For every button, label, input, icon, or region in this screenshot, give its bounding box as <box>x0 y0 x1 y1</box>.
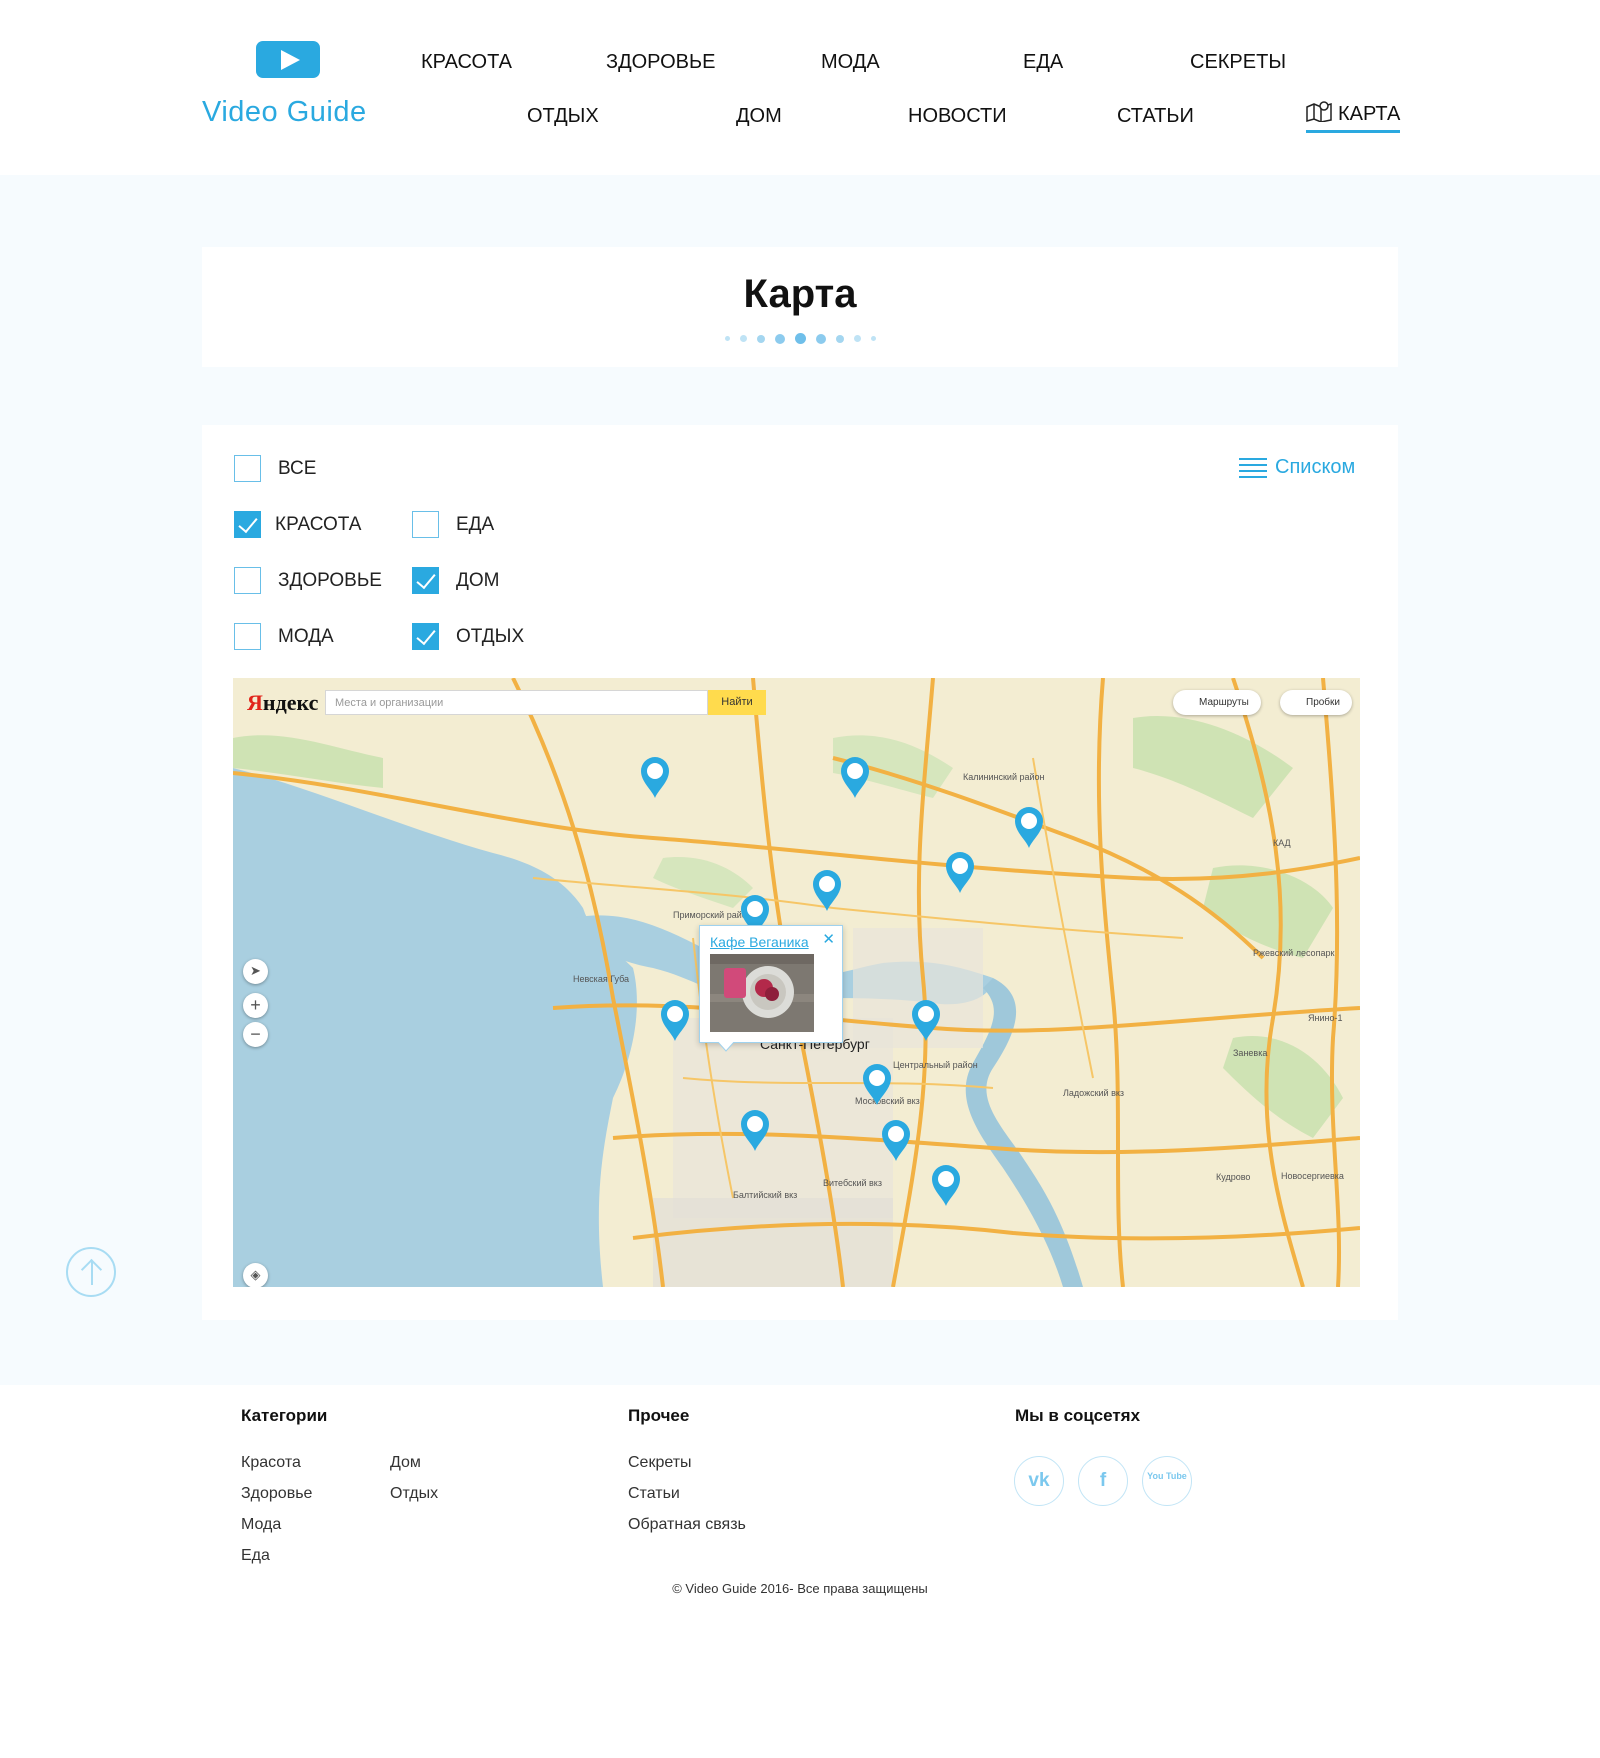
place-photo <box>710 954 814 1032</box>
footer-categories-title: Категории <box>241 1406 328 1425</box>
filter-all-checkbox[interactable] <box>234 455 261 482</box>
nav-item-food[interactable]: Еда <box>1023 51 1063 74</box>
nav-item-fashion[interactable]: Мода <box>821 51 880 74</box>
map-label: Калининский район <box>963 772 1045 782</box>
footer-link[interactable]: Мода <box>241 1516 281 1534</box>
map-pin-icon[interactable] <box>839 755 871 799</box>
map-pin-icon[interactable] <box>910 998 942 1042</box>
nav-item-map-label: Карта <box>1338 103 1401 125</box>
map-pin-icon[interactable] <box>739 1108 771 1152</box>
geolocation-icon[interactable]: ➤ <box>243 959 268 984</box>
map-label: КАД <box>1273 838 1291 848</box>
filter-health[interactable]: Здоровье <box>234 567 382 594</box>
list-lines-icon <box>1239 457 1267 478</box>
map-pin-icon[interactable] <box>1013 805 1045 849</box>
list-view-toggle[interactable]: Списком <box>1239 456 1355 479</box>
filter-leisure[interactable]: Отдых <box>412 623 524 650</box>
map-search-button[interactable]: Найти <box>708 690 766 715</box>
nav-item-secrets[interactable]: Секреты <box>1190 51 1286 74</box>
copyright-text: © Video Guide 2016- Все права защищены <box>672 1581 928 1596</box>
map-label: Витебский вкз <box>823 1178 882 1188</box>
footer-other-title: Прочее <box>628 1406 690 1425</box>
map-label: Невская Губа <box>573 974 630 984</box>
map-label: Кудрово <box>1216 1172 1251 1182</box>
map-label: Балтийский вкз <box>733 1190 798 1200</box>
zoom-out-button[interactable]: − <box>243 1022 268 1047</box>
filter-home-label: Дом <box>456 569 500 591</box>
filter-all[interactable]: Все <box>234 455 316 482</box>
map-label: Новосергиевка <box>1281 1171 1344 1181</box>
map-traffic-button[interactable]: Пробки <box>1280 690 1352 715</box>
footer-link[interactable]: Обратная связь <box>628 1516 746 1534</box>
nav-item-health[interactable]: Здоровье <box>606 51 715 74</box>
filter-health-label: Здоровье <box>278 569 382 591</box>
map-label: Янино-1 <box>1308 1013 1343 1023</box>
filter-food-label: Еда <box>456 513 495 535</box>
map-pin-icon[interactable] <box>659 998 691 1042</box>
play-logo-icon[interactable] <box>256 41 320 78</box>
nav-item-map[interactable]: Карта <box>1306 100 1401 133</box>
map-pin-icon[interactable] <box>930 1163 962 1207</box>
title-divider-dots <box>0 330 1600 348</box>
filter-leisure-checkbox[interactable] <box>412 623 439 650</box>
layers-icon[interactable]: ◈ <box>243 1263 268 1287</box>
nav-item-articles[interactable]: Статьи <box>1117 105 1194 128</box>
nav-item-leisure[interactable]: Отдых <box>527 105 599 128</box>
map-label: Ладожский вкз <box>1063 1088 1125 1098</box>
nav-item-beauty[interactable]: Красота <box>421 51 512 74</box>
logo-text[interactable]: Video Guide <box>202 96 367 129</box>
filter-beauty-label: Красота <box>275 513 362 535</box>
filter-fashion-label: Мода <box>278 625 334 647</box>
list-view-label: Списком <box>1275 456 1356 478</box>
youtube-icon[interactable]: You Tube <box>1142 1456 1192 1506</box>
filter-food-checkbox[interactable] <box>412 511 439 538</box>
map-pin-icon[interactable] <box>880 1118 912 1162</box>
filter-food[interactable]: Еда <box>412 511 494 538</box>
footer-link[interactable]: Еда <box>241 1547 270 1565</box>
map-pin-icon[interactable] <box>861 1062 893 1106</box>
zoom-in-button[interactable]: + <box>243 993 268 1018</box>
footer-link[interactable]: Дом <box>390 1454 421 1472</box>
nav-item-news[interactable]: Новости <box>908 105 1007 128</box>
map-pin-icon[interactable] <box>639 755 671 799</box>
facebook-icon[interactable]: f <box>1078 1456 1128 1506</box>
filter-home[interactable]: Дом <box>412 567 499 594</box>
footer-link[interactable]: Отдых <box>390 1485 438 1503</box>
map-label: Ржевский лесопарк <box>1253 948 1335 958</box>
filter-beauty-checkbox[interactable] <box>234 511 261 538</box>
footer-social-title: Мы в соцсетях <box>1015 1406 1141 1425</box>
footer-link[interactable]: Красота <box>241 1454 301 1472</box>
map-label: Заневка <box>1233 1048 1268 1058</box>
filter-health-checkbox[interactable] <box>234 567 261 594</box>
filter-fashion-checkbox[interactable] <box>234 623 261 650</box>
map-routes-button[interactable]: Маршруты <box>1173 690 1261 715</box>
popup-place-link[interactable]: Кафе Веганика <box>710 934 809 950</box>
filter-fashion[interactable]: Мода <box>234 623 334 650</box>
map-pin-icon[interactable] <box>944 850 976 894</box>
filter-leisure-label: Отдых <box>456 625 525 647</box>
map-pin-icon[interactable] <box>811 868 843 912</box>
nav-item-home[interactable]: Дом <box>736 105 782 128</box>
footer-link[interactable]: Здоровье <box>241 1485 312 1503</box>
popup-tail <box>718 1042 734 1052</box>
footer-link[interactable]: Секреты <box>628 1454 692 1472</box>
yandex-logo: Яндекс <box>247 690 319 715</box>
filter-all-label: Все <box>278 457 317 479</box>
city-map[interactable]: Яндекс Места и организации Найти Маршрут… <box>233 678 1360 1287</box>
filter-home-checkbox[interactable] <box>412 567 439 594</box>
page-title: Карта <box>743 272 857 316</box>
scroll-to-top-button[interactable] <box>66 1247 116 1297</box>
filter-beauty[interactable]: Красота <box>234 511 361 538</box>
close-icon[interactable]: ✕ <box>822 930 835 948</box>
vk-icon[interactable]: vk <box>1014 1456 1064 1506</box>
map-label: Центральный район <box>893 1060 978 1070</box>
site-header: Video Guide Красота Здоровье Мода Еда Се… <box>0 0 1600 175</box>
map-popup: Кафе Веганика ✕ <box>699 925 843 1052</box>
map-search-input[interactable]: Места и организации <box>325 690 708 715</box>
footer-link[interactable]: Статьи <box>628 1485 680 1503</box>
map-icon <box>1306 101 1332 122</box>
